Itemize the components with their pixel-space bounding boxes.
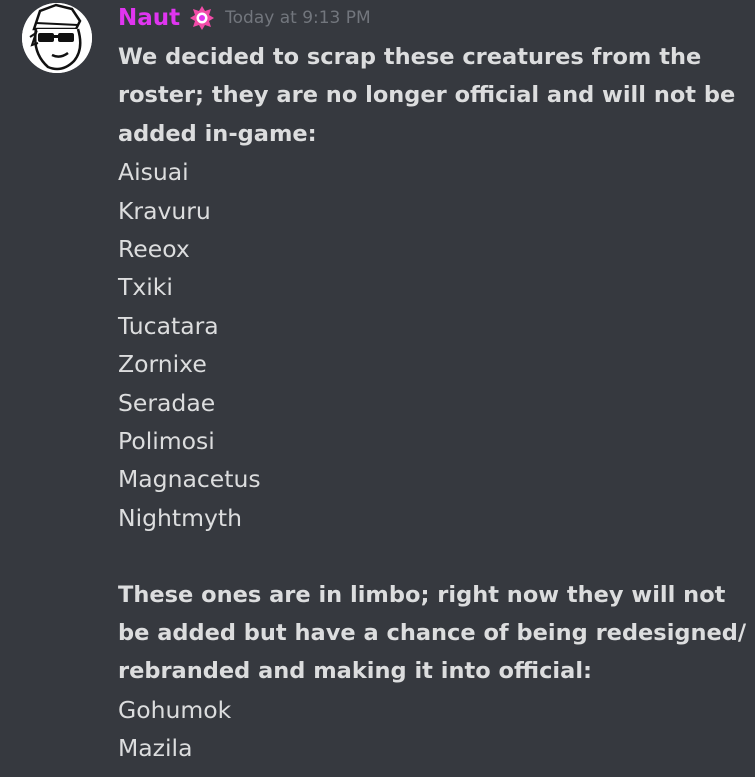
timestamp: Today at 9:13 PM	[225, 8, 371, 28]
list-item: Polimosi	[118, 426, 215, 455]
limbo-paragraph: These ones are in limbo; right now they …	[118, 576, 747, 691]
avatar[interactable]	[22, 3, 92, 73]
pink-crest-icon[interactable]	[188, 4, 216, 32]
limbo-line: be added but have a chance of being rede…	[118, 619, 747, 646]
limbo-list: Gohumok Mazila	[118, 691, 738, 768]
list-item: Txiki	[118, 273, 173, 302]
intro-paragraph: We decided to scrap these creatures from…	[118, 38, 738, 153]
message-header: Naut Today at 9:13 PM	[118, 2, 371, 34]
limbo-line: These ones are in limbo; right now they …	[118, 581, 726, 608]
list-item: Kravuru	[118, 196, 211, 225]
intro-line: roster; they are no longer official and …	[118, 82, 736, 109]
list-item: Reeox	[118, 235, 190, 263]
username[interactable]: Naut	[118, 5, 180, 31]
list-item: Gohumok	[118, 695, 232, 724]
limbo-line: rebranded and making it into official:	[118, 658, 593, 685]
intro-line: We decided to scrap these creatures from…	[118, 44, 702, 70]
intro-line: added in-game:	[118, 120, 317, 147]
scrapped-list: Aisuai Kravuru Reeox Txiki Tucatara Zorn…	[118, 153, 738, 537]
list-item: Zornixe	[118, 350, 207, 379]
list-item: Nightmyth	[118, 503, 243, 532]
list-item: Aisuai	[118, 158, 189, 187]
chat-message: Naut Today at 9:13 PM We decided to scra…	[0, 0, 755, 777]
cartoon-sunglasses-avatar-icon	[22, 3, 92, 73]
list-item: Magnacetus	[118, 465, 261, 494]
list-item: Mazila	[118, 734, 193, 763]
list-item: Tucatara	[118, 311, 219, 340]
message-content: We decided to scrap these creatures from…	[118, 38, 747, 768]
list-item: Seradae	[118, 388, 216, 417]
